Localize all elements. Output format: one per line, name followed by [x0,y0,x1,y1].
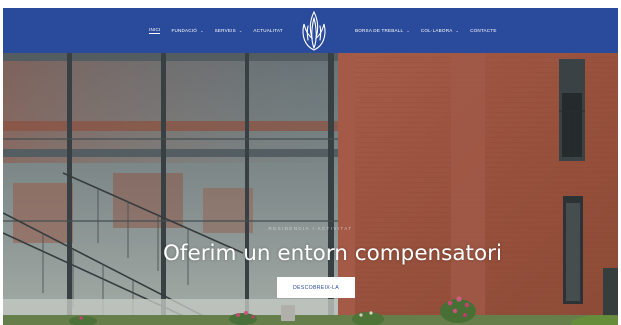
nav-item-inici[interactable]: INICI [149,27,161,34]
nav-item-label: FUNDACIÓ [171,28,198,33]
nav-item-label: CONTACTE [470,28,497,33]
nav-right-group: BORSA DE TREBALL ⌄ COL·LABORA ⌄ CONTACTE [355,8,508,53]
hero-eyebrow: RESIDÈNCIA I ACTIVITAT [268,226,353,231]
nav-item-label: SERVEIS [214,28,236,33]
nav-item-serveis[interactable]: SERVEIS ⌄ [215,28,243,33]
page-frame: INICI FUNDACIÓ ⌄ SERVEIS ⌄ ACTUALITAT BO… [0,0,621,325]
main-navbar: INICI FUNDACIÓ ⌄ SERVEIS ⌄ ACTUALITAT BO… [3,8,618,63]
chevron-down-icon: ⌄ [238,28,243,33]
nav-item-borsa-de-treball[interactable]: BORSA DE TREBALL ⌄ [355,28,410,33]
chevron-down-icon: ⌄ [406,28,410,33]
nav-item-col-labora[interactable]: COL·LABORA ⌄ [421,28,459,33]
nav-item-label: BORSA DE TREBALL [355,28,404,33]
nav-item-label: ACTUALITAT [253,28,283,33]
chevron-down-icon: ⌄ [455,28,460,33]
flame-leaf-logo-icon [302,10,326,51]
nav-item-fundacio[interactable]: FUNDACIÓ ⌄ [171,28,203,33]
chevron-down-icon: ⌄ [200,28,204,33]
nav-item-contacte[interactable]: CONTACTE [470,28,497,33]
nav-left-group: INICI FUNDACIÓ ⌄ SERVEIS ⌄ ACTUALITAT [149,8,294,53]
nav-item-label: INICI [149,27,161,34]
nav-item-label: COL·LABORA [420,28,453,33]
nav-item-actualitat[interactable]: ACTUALITAT [253,28,282,33]
hero-section: RESIDÈNCIA I ACTIVITAT Oferim un entorn … [3,53,618,325]
hero-title: Oferim un entorn compensatori [163,241,502,266]
discover-button[interactable]: DESCOBREIX-LA [277,277,355,298]
